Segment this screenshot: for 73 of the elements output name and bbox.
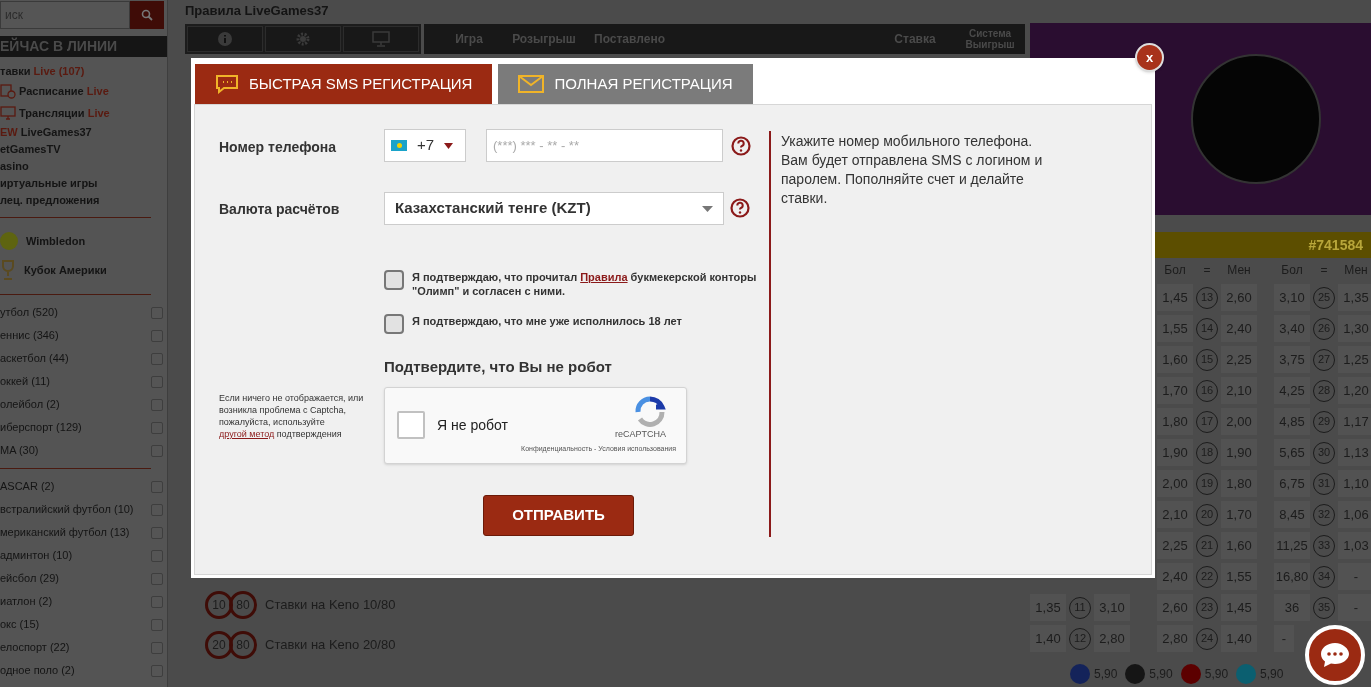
search-icon [141,9,153,21]
nav-link[interactable]: etGamesTV [0,141,61,158]
sport-link[interactable]: одное поло (2) [0,662,75,679]
featured-link[interactable]: Кубок Америки [24,261,107,279]
sport-link[interactable]: админтон (10) [0,547,73,564]
odds-cell[interactable]: - [1338,594,1371,621]
checkbox[interactable] [384,270,404,290]
sport-link[interactable]: окс (15) [0,616,40,633]
sport-link[interactable]: иберспорт (129) [0,419,82,436]
settings-icon [295,31,311,47]
sport-link[interactable]: ASCAR (2) [0,478,55,495]
sport-link[interactable]: аскетбол (44) [0,350,69,367]
rules-link[interactable]: Правила [580,271,628,283]
captcha-title: Подтвердите, что Вы не робот [384,357,613,377]
chat-bubble-icon [215,74,239,94]
odds-header: = [1319,262,1329,279]
sport-link[interactable]: еннис (346) [0,327,59,344]
page-title: Правила LiveGames37 [185,2,330,20]
field-label: Номер телефона [219,138,338,157]
sport-link[interactable]: ейсбол (29) [0,570,59,587]
chat-bubble-icon [1319,641,1351,669]
nav-link[interactable]: EW LiveGames37 [0,124,92,141]
flag-icon [391,140,407,151]
sport-link[interactable]: елоспорт (22) [0,639,70,656]
consent-text: Я подтверждаю, что прочитал Правила букмекерской конторы "Олимп" и согласен с ними. [412,270,758,298]
featured-link[interactable]: Wimbledon [26,232,86,250]
monitor-icon [372,31,390,47]
nav-link[interactable]: тавки Live (107) [0,63,85,80]
toolbar-button[interactable] [187,26,263,52]
sport-link[interactable]: иатлон (2) [0,593,53,610]
sport-link[interactable]: олейбол (2) [0,396,60,413]
info-text: Укажите номер мобильного телефона. Вам будет отправлена SMS с логином и паролем. Пополняйте счет и делайте ставки. [781,132,1044,208]
consent-text: Я подтверждаю, что мне уже исполнилось 18 лет [412,314,683,328]
submit-button[interactable]: ОТПРАВИТЬ [483,494,634,536]
odds-header: = [1202,262,1212,279]
recaptcha-logo-icon [634,395,666,428]
chat-button[interactable] [1305,625,1365,685]
sport-link[interactable]: мериканский футбол (13) [0,524,130,541]
captcha-checkbox[interactable] [397,411,425,439]
monitor-icon [0,105,16,121]
help-icon[interactable] [730,198,750,218]
sport-link[interactable]: MA (30) [0,442,39,459]
info-icon [217,31,233,47]
odds-cell[interactable]: - [1274,625,1294,652]
captcha-brand: reCAPTCHA [615,427,666,441]
sport-link[interactable]: встралийский футбол (10) [0,501,134,518]
tab[interactable]: БЫСТРАЯ SMS РЕГИСТРАЦИЯ [195,64,493,104]
toolbar-button[interactable] [343,26,419,52]
country-code-select[interactable]: +7 [384,129,466,162]
odds-cell[interactable]: - [1338,563,1371,590]
sport-link[interactable]: оккей (11) [0,373,50,390]
nav-link[interactable]: лец. предложения [0,192,100,209]
nav-link[interactable]: Расписание Live [19,82,109,100]
checkbox[interactable] [384,314,404,334]
envelope-icon [518,74,545,94]
toolbar-button[interactable] [265,26,341,52]
search-button[interactable] [130,1,164,29]
nav-link[interactable]: иртуальные игры [0,175,98,192]
caret-icon [444,142,454,149]
captcha-help-text: Если ничего не отображается, или возникла проблема с Captcha, пожалуйста, используйте другой метод подтверждения [219,391,365,440]
sport-link[interactable]: утбол (520) [0,304,58,321]
tab[interactable]: ПОЛНАЯ РЕГИСТРАЦИЯ [498,64,753,104]
trophy-icon [0,260,16,280]
phone-field[interactable]: (***) *** - ** - ** [486,129,723,162]
nav-link[interactable]: Трансляции Live [19,104,110,122]
nav-link[interactable]: asino [0,158,29,175]
alternative-method-link[interactable]: другой метод [219,428,275,439]
currency-select[interactable]: Казахстанский тенге (KZT) [384,192,724,225]
field-label: Валюта расчётов [219,200,341,219]
draw-number: #741584 [1308,235,1363,255]
help-icon[interactable] [731,136,751,156]
captcha-label: Я не робот [437,415,509,435]
caret-icon [702,205,713,212]
